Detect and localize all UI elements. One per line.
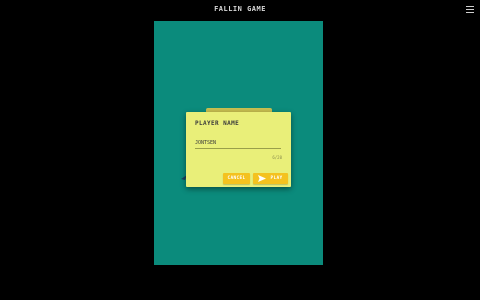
dialog-title: PLAYER NAME [195,120,240,127]
player-name-input[interactable] [195,138,281,149]
top-bar: FALLIN GAME [0,0,480,20]
cancel-button[interactable]: CANCEL [223,173,250,184]
play-button[interactable]: PLAY [253,173,288,184]
app-title: FALLIN GAME [214,5,266,13]
play-button-label: PLAY [270,176,283,181]
send-arrow-icon [258,175,267,182]
player-name-dialog: PLAYER NAME 6/20 CANCEL PLAY [186,112,291,187]
cancel-button-label: CANCEL [227,176,246,181]
hamburger-menu-icon[interactable] [466,6,474,13]
char-counter: 6/20 [272,155,282,160]
